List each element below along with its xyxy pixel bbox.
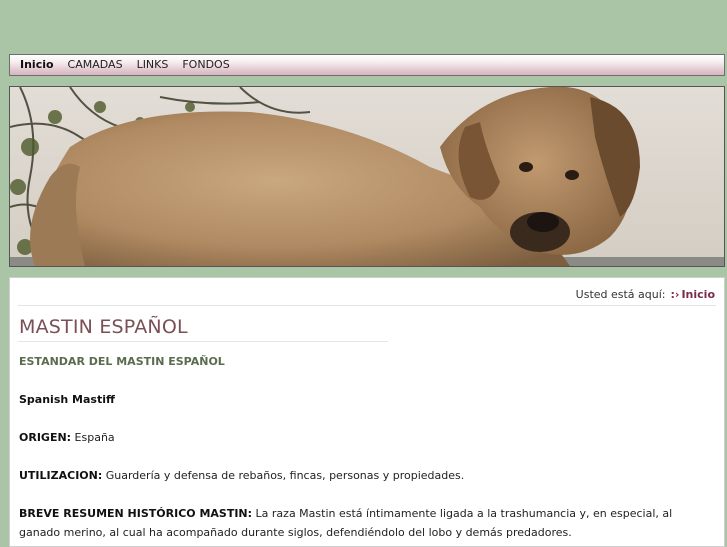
breed-name: Spanish Mastiff (19, 390, 715, 409)
breadcrumb-prefix: Usted está aquí: (575, 288, 666, 301)
breadcrumb: Usted está aquí: :› Inicio (576, 288, 715, 301)
origin-paragraph: ORIGEN: España (19, 428, 715, 447)
origin-text: España (71, 431, 115, 444)
breadcrumb-link-inicio[interactable]: Inicio (681, 288, 715, 301)
use-label: UTILIZACION: (19, 469, 103, 482)
title-divider (18, 341, 388, 342)
standard-subtitle: ESTANDAR DEL MASTIN ESPAÑOL (19, 355, 225, 368)
breadcrumb-separator-icon: :› (670, 288, 680, 301)
origin-label: ORIGEN: (19, 431, 72, 444)
breed-name-text: Spanish Mastiff (19, 393, 115, 406)
nav-item-links[interactable]: LINKS (133, 55, 173, 75)
nav-item-camadas[interactable]: CAMADAS (64, 55, 127, 75)
nav-item-inicio[interactable]: Inicio (16, 55, 58, 75)
main-content: Usted está aquí::› Inicio MASTIN ESPAÑOL … (9, 277, 725, 547)
history-paragraph: BREVE RESUMEN HISTÓRICO MASTIN: La raza … (19, 504, 715, 542)
history-label: BREVE RESUMEN HISTÓRICO MASTIN: (19, 507, 253, 520)
header-banner (9, 86, 725, 267)
page-title: MASTIN ESPAÑOL (19, 316, 188, 338)
main-nav: Inicio CAMADAS LINKS FONDOS (9, 54, 725, 76)
mastiff-puppy-photo (10, 87, 724, 266)
divider (18, 305, 716, 306)
nav-item-fondos[interactable]: FONDOS (178, 55, 233, 75)
use-text: Guardería y defensa de rebaños, fincas, … (102, 469, 465, 482)
use-paragraph: UTILIZACION: Guardería y defensa de reba… (19, 466, 715, 485)
